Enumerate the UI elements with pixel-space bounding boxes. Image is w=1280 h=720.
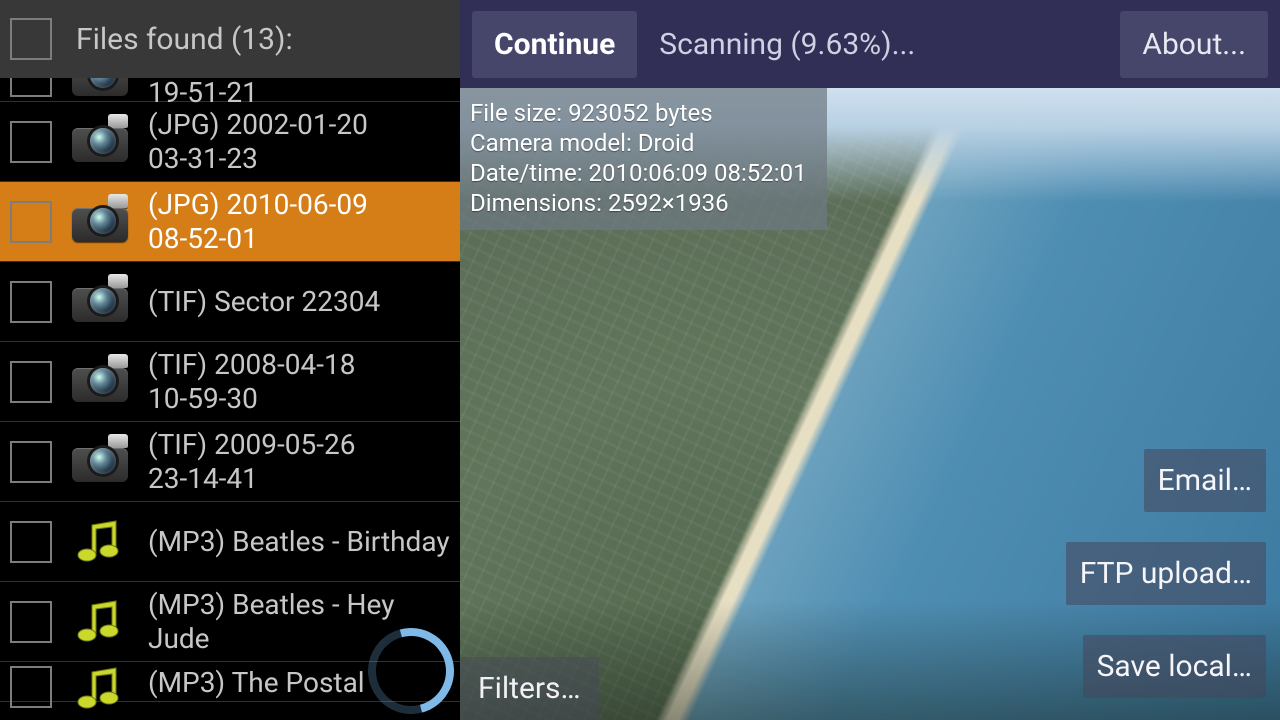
file-label: (JPG) 2010-06-0908-52-01 [148,188,450,255]
meta-datetime-label: Date/time: [470,159,583,187]
file-list-panel: Files found (13): (JPG) 2009-12-2519-51-… [0,0,460,720]
preview-panel: Continue Scanning (9.63%)... About... Fi… [460,0,1280,720]
file-row[interactable]: (MP3) Beatles - Birthday [0,502,460,582]
file-row[interactable]: (TIF) Sector 22304 [0,262,460,342]
continue-button[interactable]: Continue [472,11,637,78]
file-checkbox[interactable] [10,361,52,403]
file-label: (MP3) Beatles - Birthday [148,525,450,559]
file-checkbox[interactable] [10,601,52,643]
camera-icon [72,282,128,322]
file-checkbox[interactable] [10,521,52,563]
meta-camera-value: Droid [638,129,695,157]
file-row[interactable]: (TIF) 2008-04-1810-59-30 [0,342,460,422]
preview-toolbar: Continue Scanning (9.63%)... About... [460,0,1280,88]
music-note-icon [72,519,128,565]
file-metadata-overlay: File size: 923052 bytes Camera model: Dr… [460,88,827,230]
camera-icon [72,442,128,482]
meta-camera-label: Camera model: [470,129,632,157]
file-checkbox[interactable] [10,281,52,323]
file-checkbox[interactable] [10,78,52,97]
email-button[interactable]: Email… [1144,449,1266,512]
meta-dimensions-value: 2592×1936 [608,189,729,217]
music-note-icon [72,666,128,712]
music-note-icon [72,599,128,645]
export-actions: Email… FTP upload… Save local… [1066,449,1280,720]
file-row[interactable]: (JPG) 2010-06-0908-52-01 [0,182,460,262]
meta-filesize-label: File size: [470,99,562,127]
file-checkbox[interactable] [10,201,52,243]
file-list-header: Files found (13): [0,0,460,78]
camera-icon [72,78,128,96]
meta-datetime-value: 2010:06:09 08:52:01 [589,159,807,187]
file-checkbox[interactable] [10,121,52,163]
file-label: (JPG) 2009-12-2519-51-21 [148,78,450,109]
file-row[interactable]: (JPG) 2002-01-2003-31-23 [0,102,460,182]
file-label: (TIF) Sector 22304 [148,285,450,319]
camera-icon [72,122,128,162]
file-list[interactable]: (JPG) 2009-12-2519-51-21(JPG) 2002-01-20… [0,78,460,720]
image-preview[interactable]: File size: 923052 bytes Camera model: Dr… [460,88,1280,720]
file-label: (TIF) 2009-05-2623-14-41 [148,428,450,495]
file-row[interactable]: (TIF) 2009-05-2623-14-41 [0,422,460,502]
meta-dimensions-label: Dimensions: [470,189,602,217]
about-button[interactable]: About... [1120,11,1268,78]
file-label: (TIF) 2008-04-1810-59-30 [148,348,450,415]
camera-icon [72,202,128,242]
save-local-button[interactable]: Save local… [1083,635,1266,698]
files-found-label: Files found (13): [76,22,293,57]
file-label: (JPG) 2002-01-2003-31-23 [148,108,450,175]
meta-filesize-value: 923052 bytes [568,99,713,127]
scan-status-text: Scanning (9.63%)... [653,27,1104,62]
filters-button[interactable]: Filters… [460,657,599,720]
select-all-checkbox[interactable] [10,18,52,60]
file-row[interactable]: (JPG) 2009-12-2519-51-21 [0,78,460,102]
file-checkbox[interactable] [10,441,52,483]
camera-icon [72,362,128,402]
ftp-upload-button[interactable]: FTP upload… [1066,542,1266,605]
file-checkbox[interactable] [10,666,52,708]
